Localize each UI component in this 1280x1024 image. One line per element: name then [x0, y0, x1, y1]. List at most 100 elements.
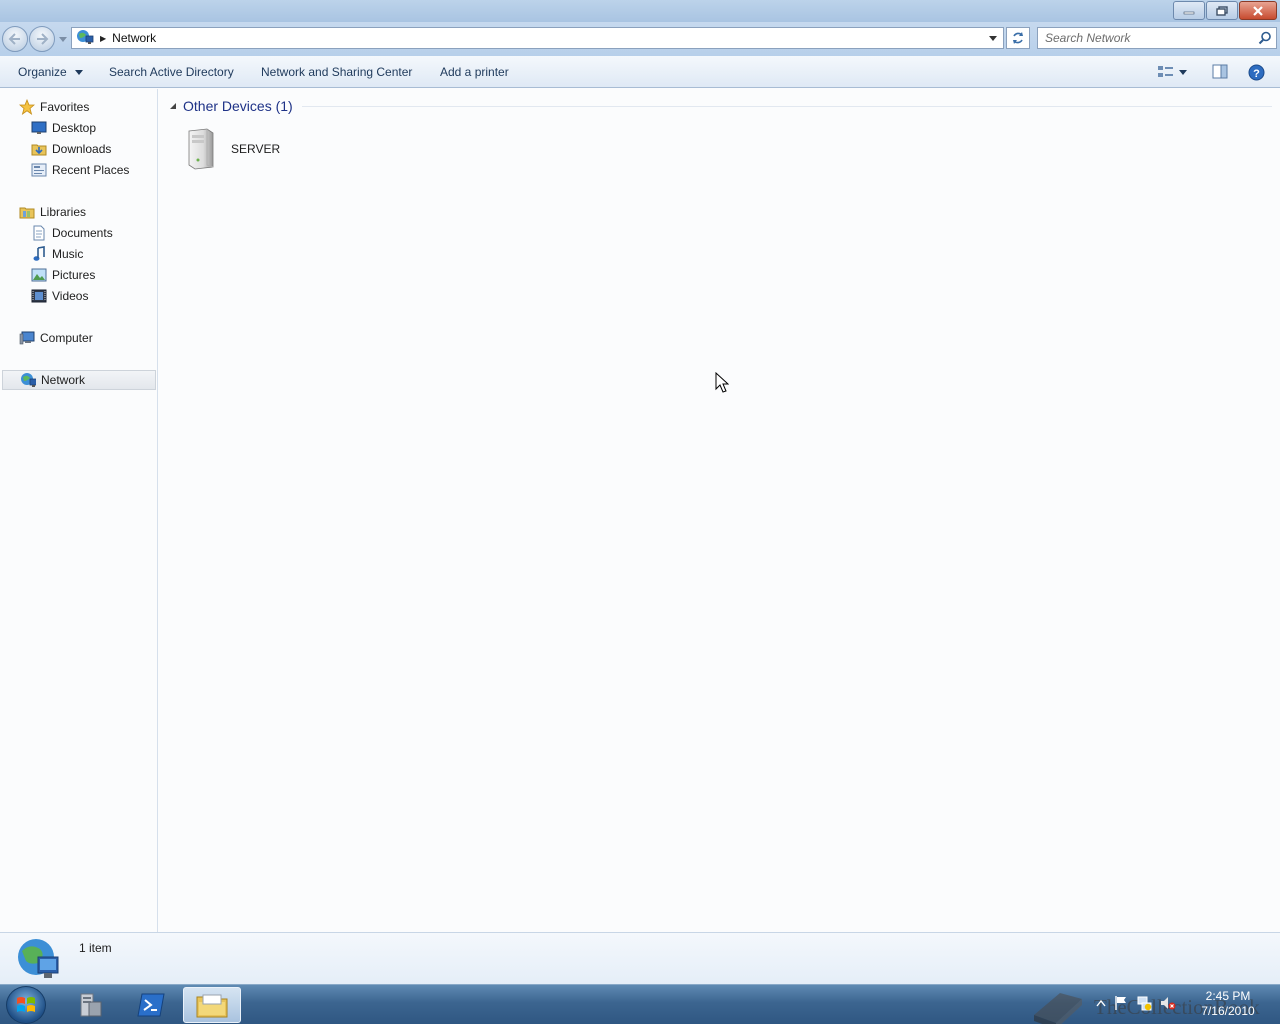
- clock-time: 2:45 PM: [1205, 989, 1251, 1003]
- nav-libraries-label: Libraries: [40, 205, 87, 219]
- nav-documents-label: Documents: [52, 226, 113, 240]
- libraries-icon: [19, 204, 35, 220]
- help-button[interactable]: ?: [1248, 62, 1265, 82]
- group-title: Other Devices (1): [183, 98, 293, 114]
- item-count: 1 item: [79, 941, 112, 955]
- recent-places-icon: [31, 162, 47, 178]
- nav-network[interactable]: Network: [2, 370, 156, 390]
- forward-button[interactable]: [29, 26, 55, 52]
- nav-videos[interactable]: Videos: [2, 286, 156, 306]
- search-box[interactable]: [1037, 27, 1277, 49]
- address-bar[interactable]: ▶ Network: [71, 27, 1004, 49]
- nav-network-label: Network: [41, 373, 86, 387]
- organize-button[interactable]: Organize: [18, 65, 84, 79]
- nav-computer[interactable]: Computer: [2, 328, 156, 348]
- help-icon: ?: [1248, 64, 1265, 80]
- nav-recent-places[interactable]: Recent Places: [2, 160, 156, 180]
- preview-pane-button[interactable]: [1212, 62, 1228, 82]
- nav-desktop-label: Desktop: [52, 121, 97, 135]
- chevron-down-icon: [989, 35, 997, 41]
- volume-muted-icon[interactable]: [1160, 995, 1176, 1011]
- device-name: SERVER: [231, 142, 281, 156]
- details-pane: 1 item: [0, 932, 1280, 984]
- refresh-icon: [1013, 32, 1023, 44]
- file-list-view[interactable]: Other Devices (1) SERVER: [159, 89, 1280, 932]
- clock-date: 7/16/2010: [1201, 1004, 1255, 1018]
- taskbar-server-manager[interactable]: [61, 987, 119, 1023]
- restore-icon: [1216, 5, 1228, 16]
- nav-favorites-label: Favorites: [40, 100, 90, 114]
- back-arrow-icon: [8, 33, 20, 45]
- nav-desktop[interactable]: Desktop: [2, 118, 156, 138]
- command-bar: Organize Search Active Directory Network…: [0, 56, 1280, 88]
- mouse-cursor-icon: [715, 372, 729, 393]
- nav-documents[interactable]: Documents: [2, 223, 156, 243]
- refresh-button[interactable]: [1006, 27, 1030, 49]
- close-button[interactable]: [1239, 1, 1277, 20]
- group-header-other-devices[interactable]: Other Devices (1): [169, 98, 293, 114]
- action-center-flag-icon[interactable]: [1114, 995, 1128, 1011]
- nav-music[interactable]: Music: [2, 244, 156, 264]
- minimize-button[interactable]: [1173, 1, 1205, 20]
- nav-music-label: Music: [52, 247, 84, 261]
- downloads-folder-icon: [31, 141, 47, 157]
- nav-videos-label: Videos: [52, 289, 89, 303]
- breadcrumb-network[interactable]: Network: [112, 31, 156, 45]
- powershell-icon: [137, 993, 165, 1017]
- device-item-server[interactable]: SERVER: [181, 127, 311, 171]
- network-sharing-center-button[interactable]: Network and Sharing Center: [261, 65, 412, 79]
- svg-text:?: ?: [1253, 68, 1260, 80]
- server-manager-icon: [80, 993, 102, 1017]
- nav-recent-places-label: Recent Places: [52, 163, 130, 177]
- search-active-directory-button[interactable]: Search Active Directory: [109, 65, 234, 79]
- system-clock[interactable]: 2:45 PM 7/16/2010: [1196, 989, 1260, 1019]
- nav-favorites[interactable]: Favorites: [2, 97, 156, 117]
- group-divider: [302, 106, 1272, 107]
- network-status-icon[interactable]: [1136, 995, 1152, 1011]
- view-options-icon: [1158, 66, 1173, 77]
- restore-button[interactable]: [1206, 1, 1238, 20]
- add-printer-button[interactable]: Add a printer: [440, 65, 509, 79]
- navigation-pane: Favorites Desktop Downloads Recent Place…: [0, 89, 158, 932]
- network-icon: [76, 29, 94, 48]
- show-hidden-icons-icon[interactable]: [1096, 999, 1106, 1007]
- preview-pane-icon: [1212, 64, 1228, 79]
- close-icon: [1253, 5, 1263, 16]
- chevron-down-icon: [59, 36, 67, 42]
- minimize-icon: [1183, 11, 1195, 14]
- nav-downloads-label: Downloads: [52, 142, 112, 156]
- nav-downloads[interactable]: Downloads: [2, 139, 156, 159]
- title-bar: [0, 0, 1280, 22]
- network-globe-icon: [18, 939, 59, 978]
- search-icon[interactable]: [1258, 31, 1272, 48]
- nav-computer-label: Computer: [40, 331, 93, 345]
- taskbar: TheCollectionBook 2:45 PM 7/16/2010: [0, 984, 1280, 1024]
- notification-area: [1096, 995, 1184, 1011]
- back-button[interactable]: [2, 26, 28, 52]
- collapse-triangle-icon[interactable]: [169, 102, 177, 110]
- taskbar-windows-explorer[interactable]: [183, 987, 241, 1023]
- change-view-button[interactable]: [1157, 62, 1187, 82]
- taskbar-powershell[interactable]: [122, 987, 180, 1023]
- star-icon: [19, 99, 35, 115]
- breadcrumb-chevron-icon[interactable]: ▶: [100, 34, 106, 43]
- address-history-dropdown[interactable]: [985, 28, 1001, 48]
- nav-pictures-label: Pictures: [52, 268, 96, 282]
- nav-pictures[interactable]: Pictures: [2, 265, 156, 285]
- recent-pages-dropdown[interactable]: [58, 34, 68, 44]
- start-button[interactable]: [6, 986, 46, 1024]
- explorer-folder-icon: [196, 994, 228, 1018]
- server-tower-icon: [188, 128, 214, 170]
- desktop-icon: [31, 120, 47, 136]
- computer-icon: [19, 330, 35, 346]
- chevron-down-icon: [75, 70, 84, 76]
- forward-arrow-icon: [37, 33, 49, 45]
- book-logo-icon: [1034, 993, 1082, 1024]
- music-note-icon: [31, 246, 47, 262]
- documents-icon: [31, 225, 47, 241]
- nav-libraries[interactable]: Libraries: [2, 202, 156, 222]
- caption-buttons: [1172, 1, 1277, 20]
- windows-logo-icon: [17, 997, 35, 1012]
- videos-icon: [31, 288, 47, 304]
- search-input[interactable]: [1038, 28, 1248, 48]
